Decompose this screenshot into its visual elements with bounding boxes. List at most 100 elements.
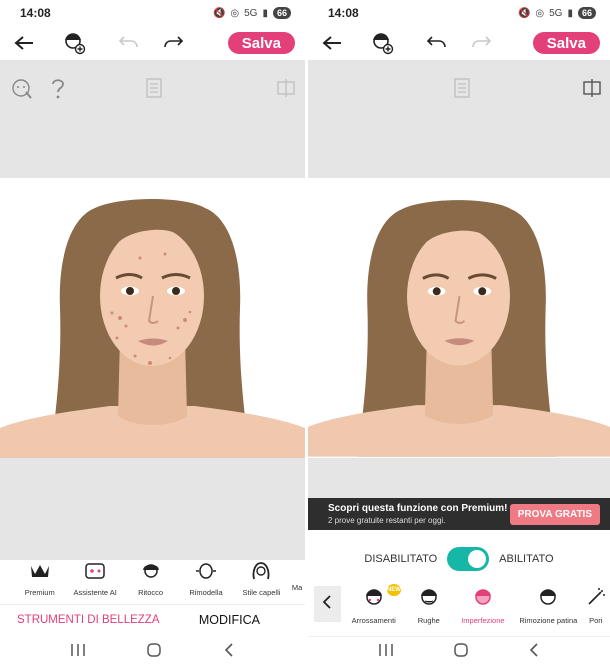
tool-label: Assistente AI	[73, 588, 117, 597]
disabled-label: DISABILITATO	[364, 553, 438, 565]
redo-icon[interactable]	[468, 29, 496, 57]
right-screen: 14:08 🔇 ◎ 5G ▮ 66 Salva Scopri questa fu…	[308, 0, 610, 672]
hotspot-icon: ◎	[535, 7, 545, 19]
system-nav-bar	[0, 636, 305, 668]
tool-label: Premium	[24, 588, 55, 597]
tool-pores[interactable]: Pori	[582, 586, 610, 625]
retouch-icon	[140, 562, 162, 585]
pores-icon	[585, 586, 607, 613]
tool-label: Arrossamenti	[351, 616, 396, 625]
photo-after	[308, 178, 610, 458]
left-screen: 14:08 🔇 ◎ 5G ▮ 66 Salva Premium Assisten…	[0, 0, 305, 672]
shine-removal-icon	[537, 586, 559, 613]
mute-icon: 🔇	[517, 7, 531, 19]
top-toolbar: Salva	[0, 26, 305, 60]
nav-back-icon[interactable]	[528, 642, 540, 663]
back-arrow-icon[interactable]	[10, 29, 38, 57]
tool-label: Imperfezione	[461, 616, 505, 625]
free-trial-button[interactable]: PROVA GRATIS	[509, 503, 600, 525]
tool-blemish[interactable]: Imperfezione	[451, 586, 516, 625]
recent-apps-icon[interactable]	[70, 643, 86, 662]
screenshot-divider	[305, 0, 308, 672]
enabled-label: ABILITATO	[499, 553, 554, 565]
recent-apps-icon[interactable]	[378, 643, 394, 662]
tool-premium[interactable]: Premium	[12, 562, 67, 604]
tool-reshape[interactable]: Rimodella	[178, 562, 233, 604]
back-arrow-icon[interactable]	[318, 29, 346, 57]
compare-icon[interactable]	[276, 78, 296, 103]
save-button[interactable]: Salva	[532, 32, 600, 54]
battery-badge: 66	[577, 7, 596, 19]
tool-makeup[interactable]: Ma	[289, 562, 305, 604]
reshape-icon	[195, 562, 217, 585]
battery-badge: 66	[272, 7, 291, 19]
network-label: 5G	[549, 7, 563, 19]
tool-label: Rimozione patina	[519, 616, 578, 625]
network-label: 5G	[244, 7, 258, 19]
tab-beauty-tools[interactable]: STRUMENTI DI BELLEZZA	[17, 614, 160, 626]
tool-hair-style[interactable]: Stile capelli	[234, 562, 289, 604]
blemish-icon	[472, 586, 494, 613]
face-detect-icon[interactable]	[10, 78, 34, 105]
tool-wrinkles[interactable]: Rughe	[407, 586, 451, 625]
toggle-knob	[468, 550, 487, 568]
hair-style-icon	[250, 562, 272, 585]
enable-toggle[interactable]	[447, 547, 490, 571]
tool-label: Stile capelli	[242, 588, 281, 597]
skin-tools-bar: NEW Arrossamenti Rughe Imperfezione Rimo…	[308, 584, 610, 630]
hotspot-icon: ◎	[230, 7, 240, 19]
home-icon[interactable]	[146, 642, 162, 663]
premium-subtitle: 2 prove gratuite restanti per oggi.	[328, 516, 446, 525]
tool-label: Rimodella	[189, 588, 223, 597]
face-add-icon[interactable]	[60, 29, 88, 57]
help-icon[interactable]	[50, 78, 66, 105]
document-icon[interactable]	[146, 78, 162, 103]
status-icons: 🔇 ◎ 5G ▮ 66	[213, 7, 291, 19]
tab-modifica[interactable]: MODIFICA	[199, 613, 260, 627]
mute-icon: 🔇	[212, 7, 226, 19]
canvas-tools	[318, 78, 602, 103]
premium-banner: Scopri questa funzione con Premium! 2 pr…	[308, 498, 610, 530]
tool-retouch[interactable]: Ritocco	[123, 562, 178, 604]
crown-icon	[29, 562, 51, 585]
save-button[interactable]: Salva	[227, 32, 295, 54]
chevron-left-icon	[322, 594, 332, 615]
status-time: 14:08	[20, 6, 51, 20]
nav-back-icon[interactable]	[223, 642, 235, 663]
enable-toggle-row: DISABILITATO ABILITATO	[308, 545, 610, 573]
scroll-left-button[interactable]	[314, 586, 341, 622]
document-icon[interactable]	[454, 78, 470, 103]
canvas-tools	[10, 78, 295, 100]
top-toolbar: Salva	[308, 26, 610, 60]
tool-label: Rughe	[417, 616, 440, 625]
status-bar: 14:08 🔇 ◎ 5G ▮ 66	[0, 0, 305, 26]
tool-label: Pori	[589, 616, 603, 625]
redness-icon	[363, 586, 385, 613]
compare-icon[interactable]	[582, 78, 602, 103]
home-icon[interactable]	[453, 642, 469, 663]
face-add-icon[interactable]	[368, 29, 396, 57]
redo-icon[interactable]	[160, 29, 188, 57]
editing-canvas[interactable]	[308, 60, 610, 498]
tool-label: Ritocco	[138, 588, 164, 597]
signal-icon: ▮	[262, 7, 268, 19]
tool-shine-removal[interactable]: Rimozione patina	[515, 586, 581, 625]
tool-redness[interactable]: NEW Arrossamenti	[341, 584, 407, 625]
ai-assistant-icon	[84, 562, 106, 585]
status-time: 14:08	[328, 6, 359, 20]
editing-canvas[interactable]	[0, 60, 305, 560]
photo-before	[0, 178, 305, 458]
tool-ai-assistant[interactable]: Assistente AI	[67, 562, 122, 604]
status-bar: 14:08 🔇 ◎ 5G ▮ 66	[308, 0, 610, 26]
premium-title: Scopri questa funzione con Premium!	[328, 503, 508, 514]
system-nav-bar	[308, 636, 610, 668]
undo-icon[interactable]	[114, 29, 142, 57]
wrinkles-icon	[418, 586, 440, 613]
new-badge: NEW	[386, 584, 401, 596]
beauty-tools-bar: Premium Assistente AI Ritocco Rimodella …	[0, 562, 305, 604]
signal-icon: ▮	[567, 7, 573, 19]
bottom-tabs: STRUMENTI DI BELLEZZA MODIFICA	[0, 604, 305, 634]
status-icons: 🔇 ◎ 5G ▮ 66	[518, 7, 596, 19]
tool-label: Ma	[291, 583, 303, 592]
undo-icon[interactable]	[422, 29, 450, 57]
